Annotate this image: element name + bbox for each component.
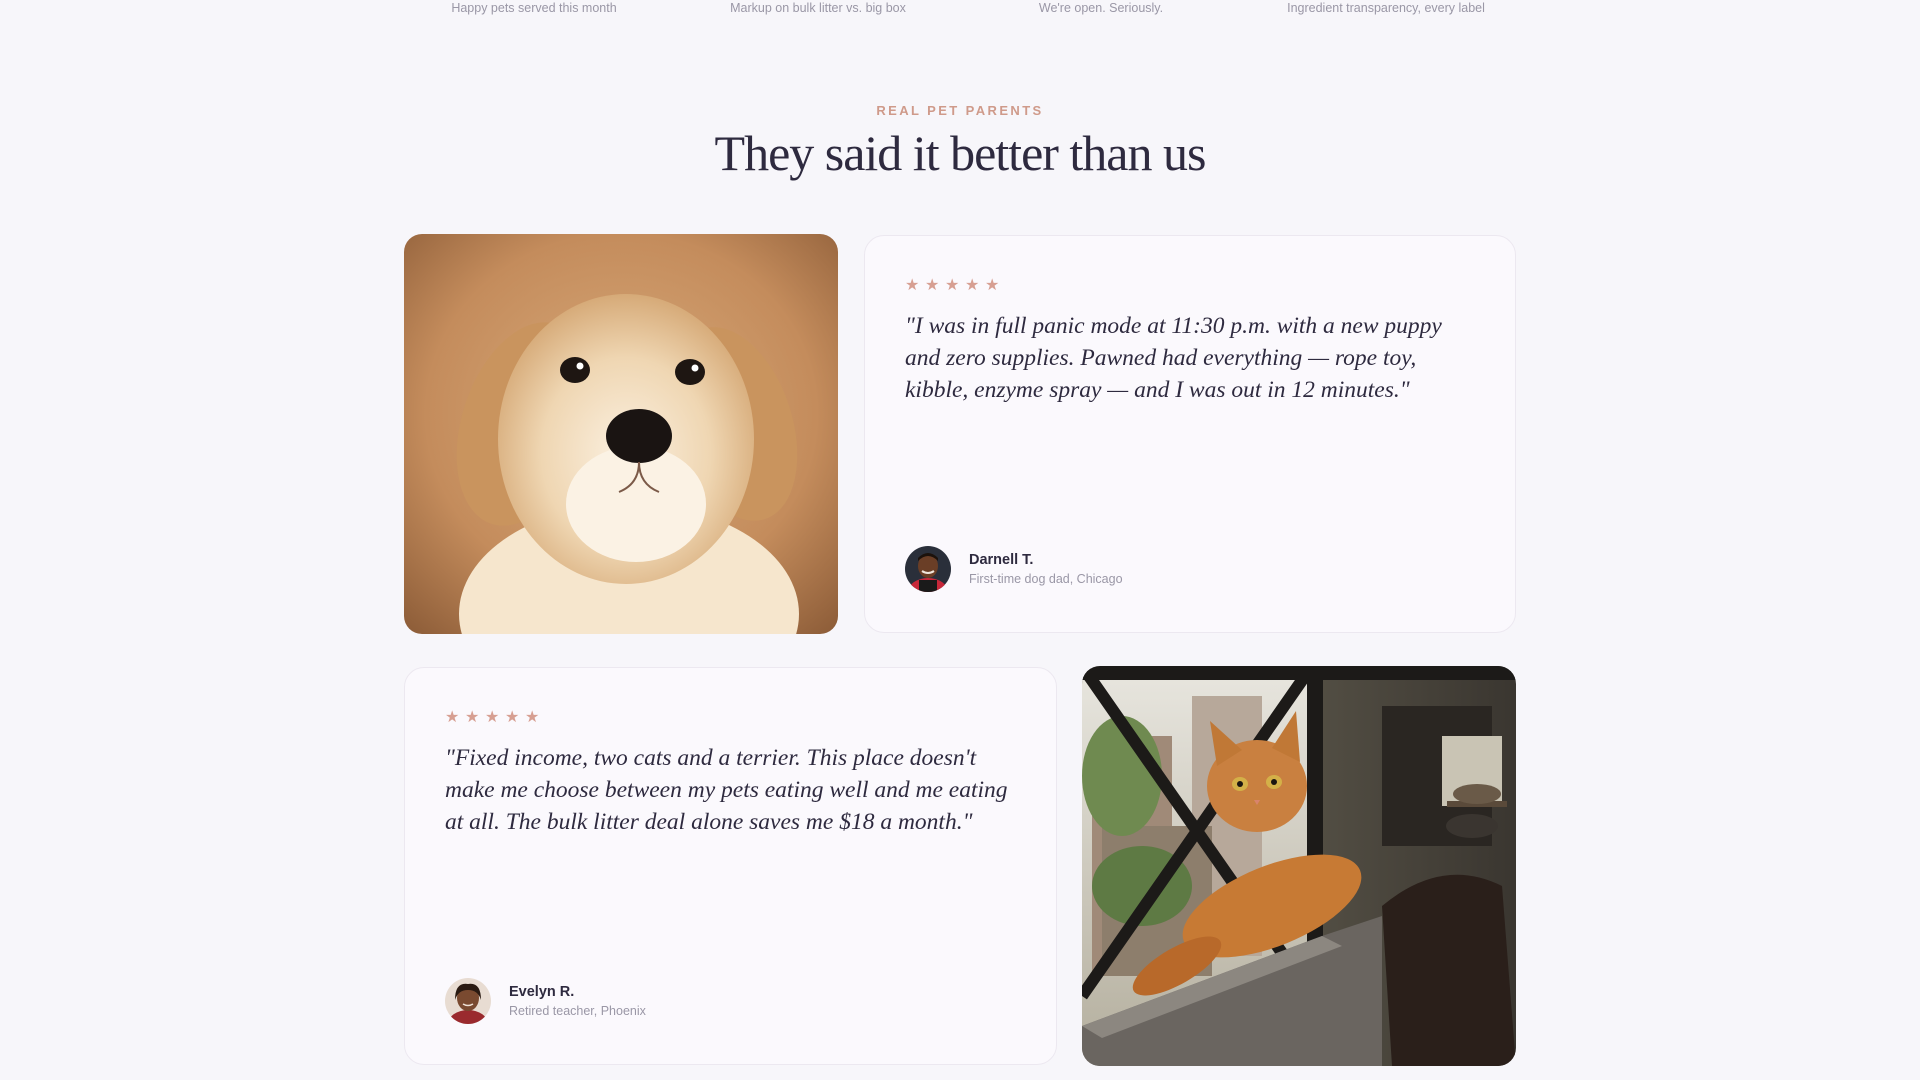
star-icon: ★ xyxy=(925,277,940,294)
testimonial-quote: "Fixed income, two cats and a terrier. T… xyxy=(445,745,1008,835)
stat-caption-open: We're open. Seriously. xyxy=(1038,1,1164,15)
star-icon: ★ xyxy=(965,277,980,294)
stats-strip: Happy pets served this month Markup on b… xyxy=(0,0,1920,20)
testimonial-card-darnell: ★ ★ ★ ★ ★ "I was in full panic mode at 1… xyxy=(864,235,1516,633)
star-icon: ★ xyxy=(505,709,520,726)
cat-photo xyxy=(1082,666,1516,1066)
avatar xyxy=(445,978,491,1024)
author-name: Evelyn R. xyxy=(509,984,575,1000)
star-icon: ★ xyxy=(485,709,500,726)
star-icon: ★ xyxy=(445,709,460,726)
star-rating: ★ ★ ★ ★ ★ xyxy=(905,277,1000,294)
testimonial-quote: "I was in full panic mode at 11:30 p.m. … xyxy=(905,313,1442,403)
author-role: First-time dog dad, Chicago xyxy=(969,572,1123,586)
star-icon: ★ xyxy=(905,277,920,294)
star-icon: ★ xyxy=(525,709,540,726)
stat-caption-pets: Happy pets served this month xyxy=(451,1,617,15)
stat-caption-ingredients: Ingredient transparency, every label xyxy=(1287,1,1485,15)
testimonial-card-evelyn: ★ ★ ★ ★ ★ "Fixed income, two cats and a … xyxy=(404,667,1057,1065)
testimonial-author: Evelyn R. Retired teacher, Phoenix xyxy=(445,978,646,1024)
author-name: Darnell T. xyxy=(969,552,1034,568)
author-role: Retired teacher, Phoenix xyxy=(509,1004,646,1018)
section-title: They said it better than us xyxy=(714,125,1207,181)
section-eyebrow: REAL PET PARENTS xyxy=(876,103,1044,118)
star-icon: ★ xyxy=(985,277,1000,294)
testimonial-author: Darnell T. First-time dog dad, Chicago xyxy=(905,546,1123,592)
avatar xyxy=(905,546,951,592)
puppy-photo xyxy=(404,234,838,634)
stat-caption-markup: Markup on bulk litter vs. big box xyxy=(730,1,906,15)
star-rating: ★ ★ ★ ★ ★ xyxy=(445,709,540,726)
star-icon: ★ xyxy=(945,277,960,294)
star-icon: ★ xyxy=(465,709,480,726)
